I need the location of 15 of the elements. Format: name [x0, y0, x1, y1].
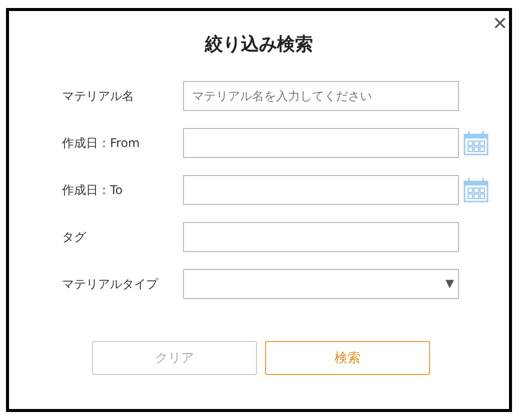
field-label: 作成日：To — [61, 182, 124, 198]
field-label: マテリアルタイプ — [61, 276, 160, 292]
date-field[interactable] — [183, 128, 459, 158]
date-field[interactable] — [183, 175, 459, 205]
dialog-title: 絞り込み検索 — [204, 33, 314, 57]
calendar-icon[interactable] — [463, 177, 489, 203]
input-field[interactable] — [183, 222, 459, 252]
select-field[interactable]: ▼ — [183, 269, 459, 299]
field-label: 作成日：From — [61, 134, 141, 152]
close-button[interactable]: × — [492, 14, 507, 34]
field-label: タグ — [61, 228, 88, 246]
field-label: マテリアル名 — [61, 88, 135, 104]
dropdown-arrow-icon: ▼ — [446, 277, 454, 290]
input-field[interactable]: マテリアル名を入力してください — [183, 81, 459, 111]
calendar-icon[interactable] — [463, 130, 489, 156]
